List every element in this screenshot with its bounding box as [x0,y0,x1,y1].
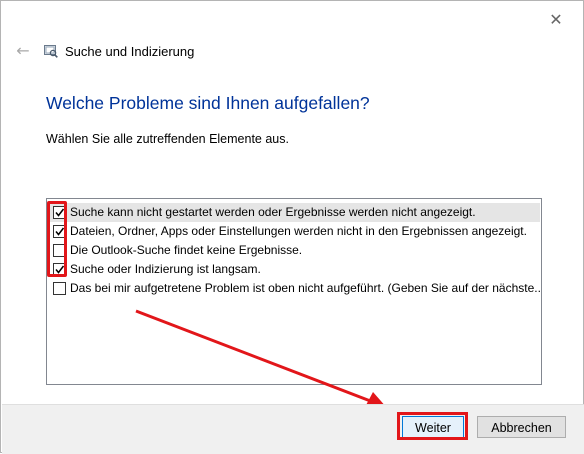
problem-label: Dateien, Ordner, Apps oder Einstellungen… [70,224,527,238]
problem-label: Suche oder Indizierung ist langsam. [70,262,261,276]
problem-list: Suche kann nicht gestartet werden oder E… [46,198,542,385]
problem-label: Die Outlook-Suche findet keine Ergebniss… [70,243,303,257]
window-title: Suche und Indizierung [65,44,195,59]
checkbox[interactable] [53,282,66,295]
checkmark-icon [55,208,65,217]
search-indexing-app-icon [44,44,58,58]
checkbox[interactable] [53,244,66,257]
checkbox[interactable] [53,225,66,238]
next-button[interactable]: Weiter [402,416,464,438]
checkmark-icon [55,265,65,274]
problem-label: Suche kann nicht gestartet werden oder E… [70,205,476,219]
back-arrow-icon[interactable]: ← [13,41,33,61]
checkbox[interactable] [53,263,66,276]
troubleshooter-window: ✕ ← Suche und Indizierung Welche Problem… [0,0,584,454]
problem-option[interactable]: Das bei mir aufgetretene Problem ist obe… [48,279,540,298]
checkbox[interactable] [53,206,66,219]
instruction-text: Wählen Sie alle zutreffenden Elemente au… [46,132,289,146]
problem-option[interactable]: Suche oder Indizierung ist langsam. [48,260,540,279]
problem-option[interactable]: Dateien, Ordner, Apps oder Einstellungen… [48,222,540,241]
cancel-button[interactable]: Abbrechen [477,416,566,438]
page-heading: Welche Probleme sind Ihnen aufgefallen? [46,93,370,113]
problem-option[interactable]: Suche kann nicht gestartet werden oder E… [48,203,540,222]
checkmark-icon [55,227,65,236]
problem-label: Das bei mir aufgetretene Problem ist obe… [70,281,540,295]
problem-option[interactable]: Die Outlook-Suche findet keine Ergebniss… [48,241,540,260]
close-icon[interactable]: ✕ [545,9,567,31]
